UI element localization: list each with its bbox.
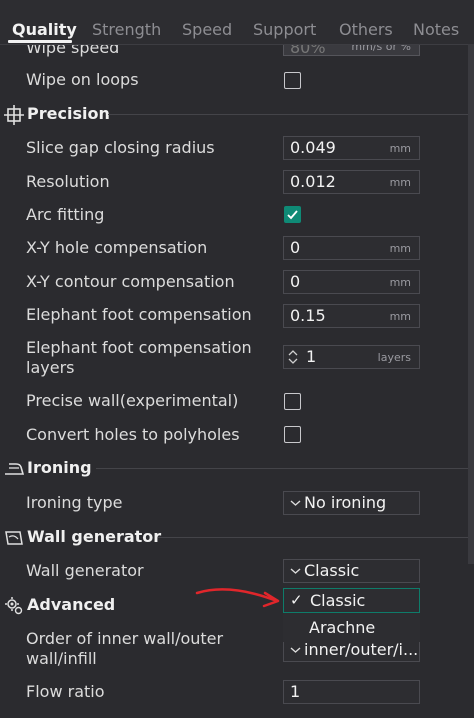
- section-divider: [96, 468, 474, 469]
- wall-generator-section-header: Wall generator: [0, 523, 474, 553]
- wall-generator-value: Classic: [304, 561, 360, 580]
- flow-ratio-label: Flow ratio: [26, 682, 105, 701]
- elephant-foot-value: 0.15: [290, 306, 326, 325]
- section-divider: [158, 537, 474, 538]
- wall-generator-dropdown: ✓ Classic Arachne: [283, 588, 420, 642]
- section-divider: [108, 114, 474, 115]
- annotation-arrow-icon: [195, 588, 280, 608]
- wall-order-label-line2: wall/infill: [26, 649, 97, 668]
- flow-ratio-value: 1: [290, 682, 301, 701]
- chevron-down-icon: [290, 647, 301, 653]
- convert-holes-label: Convert holes to polyholes: [26, 425, 240, 444]
- tab-strength[interactable]: Strength: [92, 20, 161, 39]
- slice-gap-label: Slice gap closing radius: [26, 138, 215, 157]
- wall-order-value: inner/outer/i...: [304, 640, 419, 659]
- elephant-layers-label-line1: Elephant foot compensation: [26, 338, 252, 357]
- scrollbar[interactable]: [468, 44, 474, 564]
- resolution-label: Resolution: [26, 172, 110, 191]
- wall-generator-label: Wall generator: [26, 561, 144, 580]
- spin-arrows-icon[interactable]: [288, 349, 298, 365]
- tab-support[interactable]: Support: [253, 20, 316, 39]
- precise-wall-checkbox[interactable]: [284, 393, 301, 410]
- tab-quality[interactable]: Quality: [12, 20, 77, 39]
- slice-gap-unit: mm: [389, 142, 411, 155]
- arc-fitting-checkbox[interactable]: [284, 206, 301, 223]
- precision-section-header: Precision: [0, 100, 474, 130]
- elephant-foot-unit: mm: [389, 310, 411, 323]
- elephant-layers-spinbox[interactable]: 1 layers: [283, 345, 420, 369]
- dropdown-option-arachne[interactable]: Arachne: [283, 616, 420, 641]
- advanced-title: Advanced: [27, 595, 116, 614]
- ironing-type-label: Ironing type: [26, 493, 123, 512]
- active-tab-indicator: [8, 40, 72, 43]
- elephant-foot-field[interactable]: 0.15 mm: [283, 304, 420, 328]
- xy-contour-value: 0: [290, 272, 301, 291]
- precision-title: Precision: [27, 104, 110, 123]
- flow-ratio-field[interactable]: 1: [283, 680, 420, 704]
- resolution-value: 0.012: [290, 172, 336, 191]
- elephant-layers-unit: layers: [377, 351, 411, 364]
- iron-icon: [5, 463, 24, 475]
- tab-speed[interactable]: Speed: [182, 20, 232, 39]
- checkmark-icon: [287, 210, 298, 220]
- xy-contour-unit: mm: [389, 276, 411, 289]
- convert-holes-checkbox[interactable]: [284, 426, 301, 443]
- tab-others[interactable]: Others: [339, 20, 393, 39]
- slice-gap-field[interactable]: 0.049 mm: [283, 136, 420, 160]
- chevron-down-icon: [290, 500, 301, 506]
- wipe-on-loops-checkbox[interactable]: [284, 72, 301, 89]
- ironing-type-value: No ironing: [304, 493, 387, 512]
- chevron-down-icon: [290, 568, 301, 574]
- ironing-title: Ironing: [27, 458, 92, 477]
- option-label: Arachne: [309, 618, 376, 637]
- elephant-layers-value: 1: [306, 347, 317, 366]
- wall-generator-title: Wall generator: [27, 527, 162, 546]
- ironing-section-header: Ironing: [0, 454, 474, 484]
- xy-hole-label: X-Y hole compensation: [26, 238, 208, 257]
- xy-contour-label: X-Y contour compensation: [26, 272, 235, 291]
- wipe-on-loops-label: Wipe on loops: [26, 70, 139, 89]
- xy-hole-value: 0: [290, 238, 301, 257]
- xy-hole-unit: mm: [389, 242, 411, 255]
- precision-icon: [4, 105, 24, 125]
- wall-order-label-line1: Order of inner wall/outer: [26, 629, 224, 648]
- selected-check-icon: ✓: [290, 591, 303, 609]
- xy-contour-field[interactable]: 0 mm: [283, 270, 420, 294]
- elephant-layers-label-line2: layers: [26, 358, 75, 377]
- xy-hole-field[interactable]: 0 mm: [283, 236, 420, 260]
- tab-bar: Quality Strength Speed Support Others No…: [0, 0, 474, 45]
- resolution-unit: mm: [389, 176, 411, 189]
- tab-notes[interactable]: Notes: [413, 20, 459, 39]
- slice-gap-value: 0.049: [290, 138, 336, 157]
- resolution-field[interactable]: 0.012 mm: [283, 170, 420, 194]
- wall-generator-select[interactable]: Classic: [283, 559, 420, 583]
- elephant-foot-label: Elephant foot compensation: [26, 305, 252, 324]
- arc-fitting-label: Arc fitting: [26, 205, 105, 224]
- gears-icon: [5, 597, 23, 615]
- dropdown-option-classic[interactable]: ✓ Classic: [283, 588, 420, 613]
- precise-wall-label: Precise wall(experimental): [26, 391, 239, 410]
- ironing-type-select[interactable]: No ironing: [283, 491, 420, 515]
- option-label: Classic: [310, 591, 366, 610]
- wall-generator-icon: [5, 531, 23, 545]
